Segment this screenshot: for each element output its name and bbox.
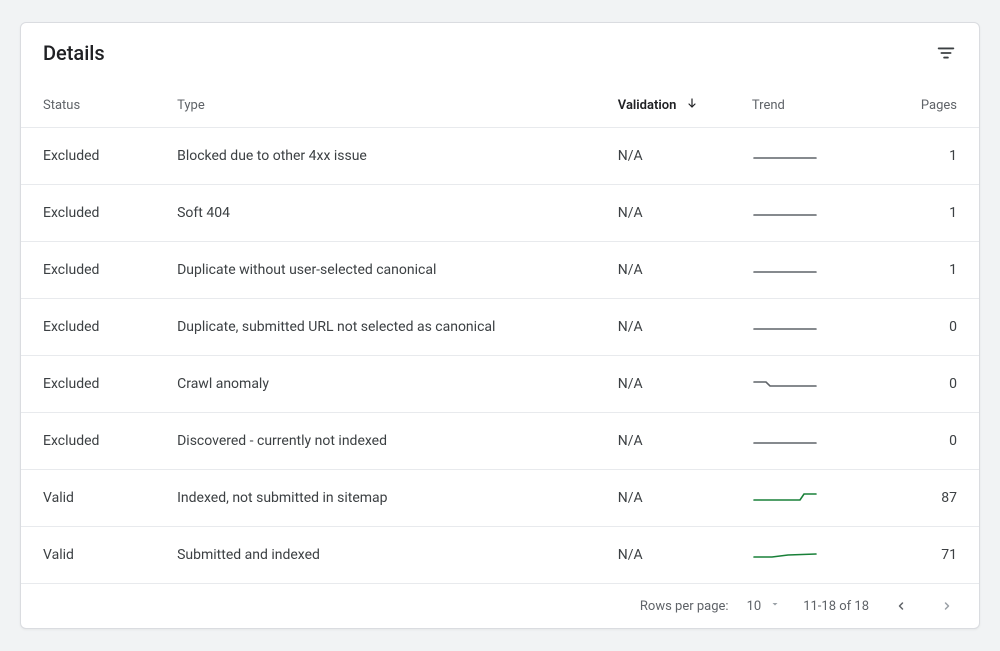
pages-cell: 0 xyxy=(864,356,979,413)
table-row[interactable]: ValidSubmitted and indexedN/A 71 xyxy=(21,527,979,584)
status-cell: Excluded xyxy=(21,356,155,413)
card-footer: Rows per page: 10 11-18 of 18 xyxy=(21,584,979,628)
validation-cell: N/A xyxy=(596,527,730,584)
status-cell: Excluded xyxy=(21,242,155,299)
validation-cell: N/A xyxy=(596,413,730,470)
pagination-range: 11-18 of 18 xyxy=(803,599,869,614)
filter-icon[interactable] xyxy=(935,42,957,64)
details-card: Details Status Type Validation xyxy=(20,22,980,629)
trend-cell xyxy=(730,470,864,527)
status-cell: Valid xyxy=(21,527,155,584)
trend-cell xyxy=(730,242,864,299)
status-cell: Excluded xyxy=(21,128,155,185)
trend-sparkline xyxy=(752,315,818,335)
type-cell: Blocked due to other 4xx issue xyxy=(155,128,596,185)
table-row[interactable]: ExcludedSoft 404N/A 1 xyxy=(21,185,979,242)
table-row[interactable]: ExcludedDuplicate without user-selected … xyxy=(21,242,979,299)
validation-cell: N/A xyxy=(596,299,730,356)
validation-cell: N/A xyxy=(596,242,730,299)
validation-cell: N/A xyxy=(596,470,730,527)
type-cell: Discovered - currently not indexed xyxy=(155,413,596,470)
col-header-status[interactable]: Status xyxy=(21,77,155,128)
type-cell: Crawl anomaly xyxy=(155,356,596,413)
type-cell: Indexed, not submitted in sitemap xyxy=(155,470,596,527)
col-header-trend[interactable]: Trend xyxy=(730,77,864,128)
pages-cell: 87 xyxy=(864,470,979,527)
trend-sparkline xyxy=(752,486,818,506)
type-cell: Submitted and indexed xyxy=(155,527,596,584)
pages-cell: 1 xyxy=(864,185,979,242)
trend-sparkline xyxy=(752,258,818,278)
details-table: Status Type Validation Trend Pages Exclu… xyxy=(21,77,979,584)
table-row[interactable]: ExcludedDuplicate, submitted URL not sel… xyxy=(21,299,979,356)
table-row[interactable]: ExcludedDiscovered - currently not index… xyxy=(21,413,979,470)
trend-cell xyxy=(730,128,864,185)
prev-page-button[interactable] xyxy=(891,596,911,616)
pager xyxy=(891,596,957,616)
trend-sparkline xyxy=(752,372,818,392)
pages-cell: 1 xyxy=(864,242,979,299)
table-row[interactable]: ExcludedCrawl anomalyN/A 0 xyxy=(21,356,979,413)
table-body: ExcludedBlocked due to other 4xx issueN/… xyxy=(21,128,979,584)
type-cell: Duplicate, submitted URL not selected as… xyxy=(155,299,596,356)
table-header-row: Status Type Validation Trend Pages xyxy=(21,77,979,128)
col-header-type[interactable]: Type xyxy=(155,77,596,128)
card-title: Details xyxy=(43,41,105,65)
trend-sparkline xyxy=(752,201,818,221)
trend-cell xyxy=(730,299,864,356)
pages-cell: 1 xyxy=(864,128,979,185)
rows-per-page-label: Rows per page: xyxy=(640,599,729,614)
trend-sparkline xyxy=(752,429,818,449)
status-cell: Excluded xyxy=(21,413,155,470)
trend-cell xyxy=(730,527,864,584)
col-header-validation[interactable]: Validation xyxy=(596,77,730,128)
status-cell: Excluded xyxy=(21,299,155,356)
validation-cell: N/A xyxy=(596,128,730,185)
validation-cell: N/A xyxy=(596,356,730,413)
col-header-pages[interactable]: Pages xyxy=(864,77,979,128)
trend-sparkline xyxy=(752,144,818,164)
col-header-validation-label: Validation xyxy=(618,98,677,113)
table-row[interactable]: ExcludedBlocked due to other 4xx issueN/… xyxy=(21,128,979,185)
type-cell: Duplicate without user-selected canonica… xyxy=(155,242,596,299)
type-cell: Soft 404 xyxy=(155,185,596,242)
trend-cell xyxy=(730,185,864,242)
rows-per-page-value: 10 xyxy=(747,599,762,614)
trend-cell xyxy=(730,413,864,470)
status-cell: Excluded xyxy=(21,185,155,242)
validation-cell: N/A xyxy=(596,185,730,242)
card-header: Details xyxy=(21,23,979,77)
trend-cell xyxy=(730,356,864,413)
pages-cell: 0 xyxy=(864,299,979,356)
arrow-down-icon xyxy=(686,98,698,113)
status-cell: Valid xyxy=(21,470,155,527)
next-page-button[interactable] xyxy=(937,596,957,616)
trend-sparkline xyxy=(752,543,818,563)
table-row[interactable]: ValidIndexed, not submitted in sitemapN/… xyxy=(21,470,979,527)
pages-cell: 0 xyxy=(864,413,979,470)
pages-cell: 71 xyxy=(864,527,979,584)
